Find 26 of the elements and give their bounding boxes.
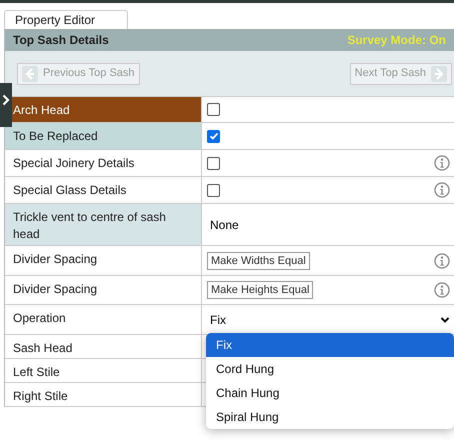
chevron-down-icon: [440, 316, 450, 324]
info-icon[interactable]: [434, 282, 450, 298]
side-toggle-button[interactable]: [0, 83, 12, 127]
right-arrow-icon: [431, 66, 447, 82]
equalize-button[interactable]: Make Heights Equal: [207, 281, 314, 299]
left-arrow-icon: [22, 66, 38, 82]
checkbox[interactable]: [207, 184, 220, 196]
info-icon[interactable]: [434, 182, 450, 198]
property-editor-tab[interactable]: Property Editor: [4, 10, 128, 29]
info-icon[interactable]: [434, 155, 450, 171]
value-text: None: [209, 216, 239, 234]
chevron-right-icon: [2, 94, 10, 106]
survey-mode-label: Survey Mode: On: [347, 32, 446, 49]
info-icon[interactable]: [434, 252, 450, 268]
property-label: Trickle vent to centre of sash head: [5, 204, 202, 245]
dropdown-option[interactable]: Spiral Hung: [206, 405, 454, 429]
dropdown-option[interactable]: Cord Hung: [206, 357, 454, 381]
operation-select[interactable]: Fix: [207, 310, 450, 328]
equalize-button[interactable]: Make Widths Equal: [207, 252, 310, 270]
section-title: Top Sash Details: [13, 32, 109, 49]
dropdown-option[interactable]: Fix: [206, 333, 454, 357]
checkbox[interactable]: [207, 103, 220, 116]
checkbox[interactable]: [207, 156, 220, 170]
checkbox[interactable]: [207, 130, 220, 142]
dropdown-option[interactable]: Chain Hung: [206, 381, 454, 405]
property-label: To Be Replaced: [5, 123, 202, 149]
